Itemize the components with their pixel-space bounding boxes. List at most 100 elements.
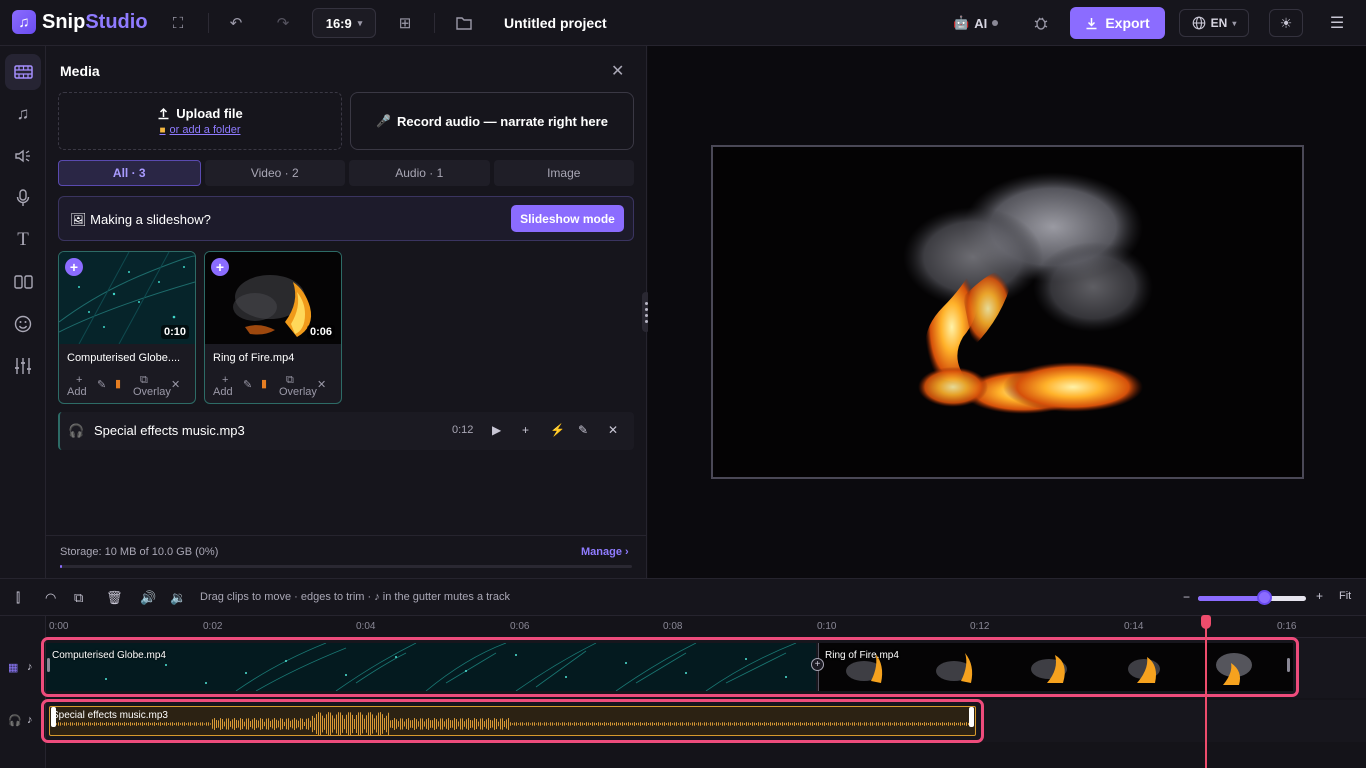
- storage-text: Storage: 10 MB of 10.0 GB (0%): [60, 546, 219, 558]
- zoom-slider-handle[interactable]: [1257, 590, 1272, 605]
- trim-handle-right[interactable]: [1287, 658, 1290, 672]
- lightning-icon[interactable]: ⚡: [550, 423, 565, 437]
- ruler-label: 0:12: [970, 621, 990, 632]
- theme-toggle-button[interactable]: ☀: [1269, 9, 1303, 37]
- adjustments-tab[interactable]: [5, 348, 41, 384]
- clip-label: Special effects music.mp3: [52, 710, 168, 721]
- redo-icon[interactable]: ↷: [271, 11, 295, 35]
- sound-effects-tab[interactable]: [5, 138, 41, 174]
- duration-badge: 0:10: [160, 325, 189, 339]
- audio-clip[interactable]: Special effects music.mp3: [49, 706, 976, 736]
- remove-icon[interactable]: ✕: [317, 378, 326, 391]
- volume-up-icon[interactable]: 🔊: [140, 590, 156, 606]
- remove-icon[interactable]: ✕: [171, 378, 180, 391]
- folder-icon[interactable]: [452, 11, 476, 35]
- video-clip-globe[interactable]: Computerised Globe.mp4: [46, 643, 816, 691]
- zoom-slider-fill: [1198, 596, 1263, 601]
- fit-button[interactable]: Fit: [1339, 590, 1351, 602]
- document-icon[interactable]: ▮: [261, 377, 267, 390]
- zoom-in-icon[interactable]: +: [1316, 589, 1323, 603]
- slideshow-text: 🖼 Making a slideshow?: [70, 212, 211, 227]
- trim-handle-left[interactable]: [47, 658, 50, 672]
- trim-handle-left[interactable]: [51, 707, 56, 727]
- stickers-tab[interactable]: [5, 306, 41, 342]
- add-transition-button[interactable]: +: [811, 658, 824, 671]
- split-icon[interactable]: ⫿: [16, 590, 20, 606]
- audio-filename: Special effects music.mp3: [94, 423, 245, 438]
- edit-icon[interactable]: ✎: [97, 378, 106, 391]
- menu-icon[interactable]: ☰: [1326, 11, 1348, 35]
- card-filename: Computerised Globe....: [67, 352, 181, 364]
- ruler-label: 0:16: [1277, 621, 1297, 632]
- picture-icon: 🖼: [70, 212, 87, 227]
- speed-icon[interactable]: ◠: [45, 590, 56, 606]
- voiceover-tab[interactable]: [5, 180, 41, 216]
- plus-icon[interactable]: +: [76, 374, 82, 386]
- add-button[interactable]: Add: [67, 386, 87, 398]
- fullscreen-icon[interactable]: ⛶: [166, 11, 190, 35]
- volume-down-icon[interactable]: 🔉: [170, 590, 186, 606]
- video-clip-fire[interactable]: Ring of Fire.mp4: [818, 643, 1293, 691]
- undo-icon[interactable]: ↶: [224, 11, 248, 35]
- card-actions: + Add ✎ ▮ ⧉ Overlay ✕: [59, 374, 195, 402]
- trim-handle-right[interactable]: [969, 707, 974, 727]
- status-dot: [992, 20, 999, 26]
- divider: [434, 13, 435, 33]
- preview-area: [648, 46, 1366, 578]
- aspect-ratio-select[interactable]: 16:9 ▾: [312, 8, 376, 38]
- add-folder-link[interactable]: ■ or add a folder: [160, 124, 241, 136]
- trash-icon[interactable]: 🗑: [106, 590, 123, 606]
- remove-icon[interactable]: ✕: [608, 423, 618, 437]
- plus-icon[interactable]: +: [522, 423, 529, 437]
- globe-icon: [1192, 16, 1206, 30]
- speaker-sparkle-icon: [15, 149, 30, 163]
- time-ruler[interactable]: 0:00 0:02 0:04 0:06 0:08 0:10 0:12 0:14 …: [46, 616, 1366, 638]
- close-icon[interactable]: ✕: [611, 61, 624, 81]
- zoom-slider[interactable]: [1198, 596, 1306, 601]
- overlay-button[interactable]: Overlay: [133, 386, 171, 398]
- transition-icon: [13, 275, 33, 289]
- tab-all[interactable]: All · 3: [58, 160, 201, 186]
- slideshow-mode-button[interactable]: Slideshow mode: [511, 205, 624, 232]
- language-select[interactable]: EN ▾: [1179, 9, 1249, 37]
- add-button[interactable]: Add: [213, 386, 233, 398]
- project-title[interactable]: Untitled project: [504, 15, 607, 31]
- overlay-button[interactable]: Overlay: [279, 386, 317, 398]
- playhead-handle[interactable]: [1201, 615, 1211, 629]
- media-tab[interactable]: [5, 54, 41, 90]
- mute-video-track-icon[interactable]: ♪: [27, 661, 33, 673]
- tab-audio[interactable]: Audio · 1: [349, 160, 490, 186]
- audio-tab[interactable]: ♫: [5, 96, 41, 132]
- transitions-tab[interactable]: [5, 264, 41, 300]
- plus-icon[interactable]: +: [222, 374, 228, 386]
- duplicate-icon[interactable]: ⧉: [74, 590, 83, 606]
- text-tab[interactable]: T: [5, 222, 41, 258]
- add-to-timeline-button[interactable]: +: [211, 258, 229, 276]
- logo[interactable]: ♫ SnipStudio: [12, 10, 148, 34]
- waveform: [54, 712, 973, 735]
- media-card[interactable]: + 0:06 Ring of Fire.mp4 + Add ✎ ▮ ⧉ Over…: [204, 251, 342, 404]
- bug-icon[interactable]: [1029, 11, 1053, 35]
- ai-button[interactable]: 🤖 AI: [953, 15, 999, 31]
- export-button[interactable]: Export: [1070, 7, 1165, 39]
- timeline-toolbar: ⫿ ◠ ⧉ 🗑 🔊 🔉 Drag clips to move · edges t…: [0, 578, 1366, 616]
- document-icon[interactable]: ▮: [115, 377, 121, 390]
- clip-label: Ring of Fire.mp4: [825, 650, 899, 661]
- mute-audio-track-icon[interactable]: ♪: [27, 714, 33, 726]
- play-icon[interactable]: ▶: [492, 423, 501, 437]
- tab-video[interactable]: Video · 2: [204, 160, 345, 186]
- upload-button[interactable]: Upload file: [157, 106, 243, 121]
- tab-image[interactable]: Image: [493, 160, 634, 186]
- media-card[interactable]: + 0:10 Computerised Globe.... + Add ✎ ▮ …: [58, 251, 196, 404]
- grid-icon[interactable]: ⊞: [393, 11, 417, 35]
- manage-link[interactable]: Manage ›: [581, 546, 629, 558]
- add-to-timeline-button[interactable]: +: [65, 258, 83, 276]
- edit-icon[interactable]: ✎: [578, 423, 588, 437]
- edit-icon[interactable]: ✎: [243, 378, 252, 391]
- upload-dropzone[interactable]: Upload file ■ or add a folder: [58, 92, 342, 150]
- audio-list-item[interactable]: 🎧 Special effects music.mp3 0:12 ▶ + ⚡ ✎…: [58, 412, 634, 450]
- zoom-out-icon[interactable]: −: [1183, 590, 1190, 604]
- video-preview[interactable]: [711, 145, 1304, 479]
- playhead[interactable]: [1205, 624, 1207, 768]
- record-audio-button[interactable]: 🎤 Record audio — narrate right here: [350, 92, 634, 150]
